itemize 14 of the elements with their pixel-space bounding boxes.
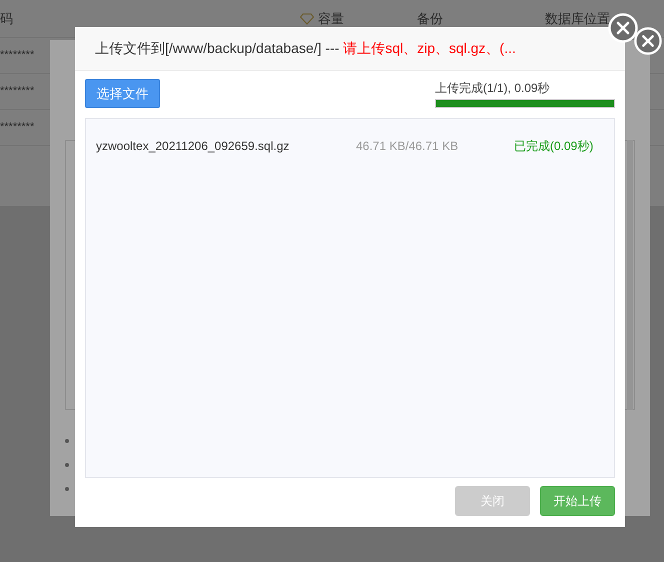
column-header: 码 (0, 10, 13, 28)
choose-file-button[interactable]: 选择文件 (85, 79, 160, 108)
upload-status: 上传完成(1/1), 0.09秒 (435, 80, 551, 97)
column-header: 数据库位置 (545, 10, 610, 28)
column-header: 备份 (417, 10, 443, 28)
password-mask: ******** (0, 84, 34, 100)
file-size: 46.71 KB/46.71 KB (356, 138, 460, 155)
file-state: 已完成(0.09秒) (514, 138, 594, 155)
dialog-title: 上传文件到[/www/backup/database/] --- 请上传sql、zip、sql.gz、(... (95, 39, 516, 58)
start-upload-button[interactable]: 开始上传 (540, 486, 615, 516)
password-mask: ******** (0, 48, 34, 64)
file-name: yzwooltex_20211206_092659.sql.gz (96, 138, 290, 155)
column-header: 容量 (318, 10, 344, 28)
password-mask: ******** (0, 120, 34, 136)
